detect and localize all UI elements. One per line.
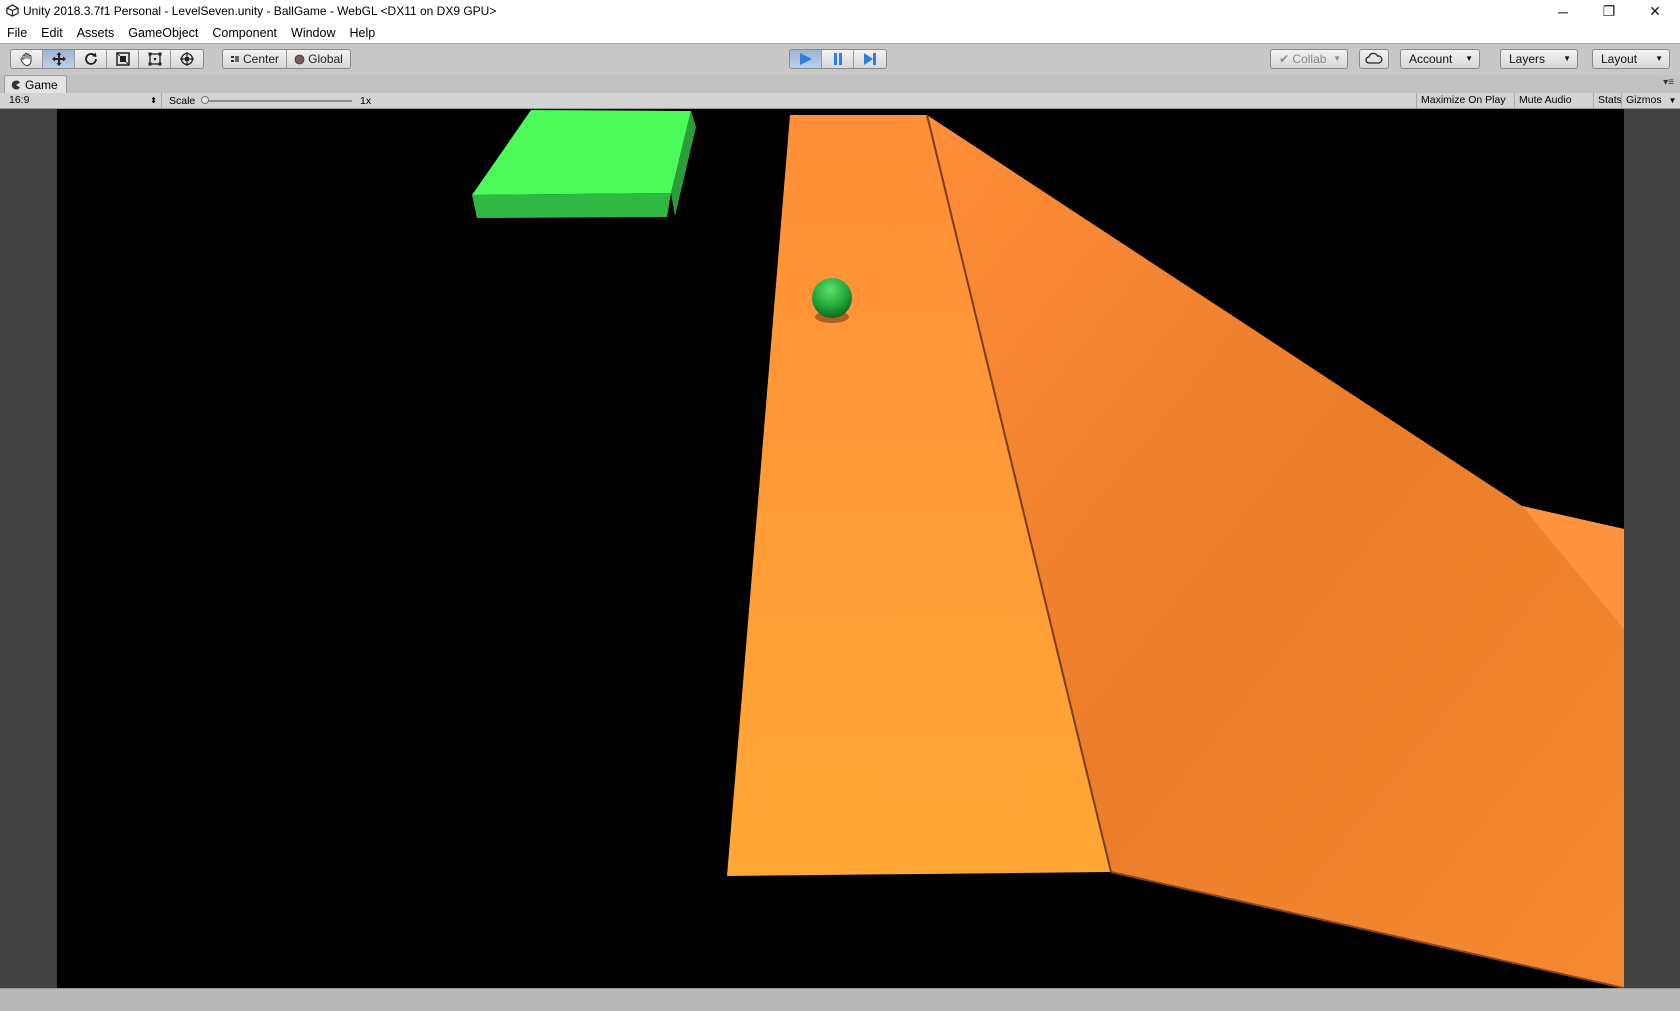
- menu-gameobject[interactable]: GameObject: [121, 23, 205, 43]
- pivot-center-icon: [230, 56, 239, 62]
- global-sphere-icon: [294, 54, 305, 64]
- playback-controls: [789, 49, 887, 69]
- layout-label: Layout: [1601, 52, 1638, 66]
- game-viewport[interactable]: [57, 109, 1624, 988]
- pause-button[interactable]: [822, 50, 854, 68]
- layout-dropdown[interactable]: Layout ▼: [1592, 49, 1670, 69]
- green-block-top: [472, 110, 691, 195]
- maximize-on-play-toggle[interactable]: Maximize On Play: [1416, 93, 1510, 108]
- play-button[interactable]: [790, 50, 822, 68]
- pivot-rotation-label: Global: [308, 52, 343, 66]
- rect-tool-icon: [148, 52, 161, 66]
- collab-label: Collab: [1292, 52, 1327, 66]
- scale-tool-icon: [115, 52, 130, 66]
- window-title: Unity 2018.3.7f1 Personal - LevelSeven.u…: [23, 4, 497, 18]
- move-tool-button[interactable]: [43, 50, 75, 68]
- minimize-icon: ─: [1558, 3, 1568, 20]
- aspect-ratio-value: 16:9: [9, 94, 30, 106]
- transform-tool-button[interactable]: [171, 50, 203, 68]
- cloud-icon: [1365, 52, 1383, 64]
- cloud-button[interactable]: [1359, 49, 1389, 69]
- menu-bar: File Edit Assets GameObject Component Wi…: [0, 23, 1680, 43]
- mute-audio-toggle[interactable]: Mute Audio: [1514, 93, 1576, 108]
- window-title-bar: Unity 2018.3.7f1 Personal - LevelSeven.u…: [0, 0, 1680, 23]
- move-tool-icon: [51, 52, 66, 66]
- collab-check-icon: ✔: [1279, 52, 1290, 66]
- rect-tool-button[interactable]: [139, 50, 171, 68]
- green-ball: [812, 278, 852, 318]
- pause-icon: [833, 53, 842, 65]
- step-button[interactable]: [854, 50, 886, 68]
- layers-dropdown[interactable]: Layers ▼: [1500, 49, 1578, 69]
- menu-file[interactable]: File: [0, 23, 34, 43]
- hand-tool-icon: [19, 53, 31, 67]
- close-icon: ✕: [1649, 3, 1661, 19]
- main-toolbar: Center Global ✔ Collab ▼ Account ▼ Layer…: [0, 43, 1680, 75]
- collab-dropdown[interactable]: ✔ Collab ▼: [1270, 49, 1348, 69]
- restore-button[interactable]: ❐: [1586, 0, 1632, 23]
- gizmos-dropdown[interactable]: Gizmos ▼: [1621, 93, 1680, 108]
- rotate-tool-icon: [84, 52, 97, 65]
- pivot-controls: Center Global: [222, 49, 351, 69]
- account-label: Account: [1409, 52, 1453, 66]
- panel-tab-row: Game ▾≡: [0, 75, 1680, 93]
- scale-tool-button[interactable]: [107, 50, 139, 68]
- updown-chevron-icon: ⬍: [150, 96, 157, 105]
- game-view[interactable]: [0, 109, 1680, 988]
- pivot-mode-button[interactable]: Center: [223, 50, 287, 68]
- account-dropdown[interactable]: Account ▼: [1400, 49, 1480, 69]
- hand-tool-button[interactable]: [11, 50, 43, 68]
- tab-game-label: Game: [25, 77, 58, 92]
- chevron-down-icon: ▼: [1668, 96, 1677, 105]
- chevron-down-icon: ▼: [1563, 54, 1571, 63]
- scene-render: [472, 110, 1624, 988]
- game-view-toolbar: 16:9 ⬍ Scale 1x Maximize On Play Mute Au…: [0, 93, 1680, 109]
- rotate-tool-button[interactable]: [75, 50, 107, 68]
- transform-tool-icon: [180, 52, 194, 66]
- step-icon: [864, 53, 876, 65]
- restore-icon: ❐: [1602, 3, 1616, 19]
- menu-component[interactable]: Component: [205, 23, 284, 43]
- menu-help[interactable]: Help: [342, 23, 382, 43]
- play-icon: [799, 53, 812, 65]
- layers-label: Layers: [1509, 52, 1546, 66]
- pacman-icon: [11, 80, 20, 89]
- close-button[interactable]: ✕: [1632, 0, 1678, 23]
- pivot-rotation-button[interactable]: Global: [287, 50, 350, 68]
- scale-label: Scale: [169, 95, 196, 107]
- chevron-down-icon: ▼: [1655, 54, 1663, 63]
- transform-tools: [10, 49, 204, 69]
- tab-game[interactable]: Game: [4, 75, 67, 93]
- menu-edit[interactable]: Edit: [34, 23, 70, 43]
- scale-slider-track[interactable]: [204, 100, 352, 102]
- panel-menu-icon[interactable]: ▾≡: [1663, 77, 1674, 88]
- pivot-mode-label: Center: [242, 52, 280, 66]
- aspect-ratio-dropdown[interactable]: 16:9 ⬍: [4, 93, 162, 108]
- green-block-front: [472, 193, 671, 218]
- status-bar: [0, 988, 1680, 1011]
- minimize-button[interactable]: ─: [1540, 0, 1586, 23]
- menu-window[interactable]: Window: [284, 23, 342, 43]
- scale-value: 1x: [360, 95, 372, 107]
- unity-logo-icon: [6, 4, 19, 17]
- menu-assets[interactable]: Assets: [70, 23, 122, 43]
- scale-slider-thumb[interactable]: [201, 96, 209, 104]
- gizmos-label: Gizmos: [1626, 94, 1662, 106]
- chevron-down-icon: ▼: [1465, 54, 1473, 63]
- chevron-down-icon: ▼: [1333, 54, 1341, 63]
